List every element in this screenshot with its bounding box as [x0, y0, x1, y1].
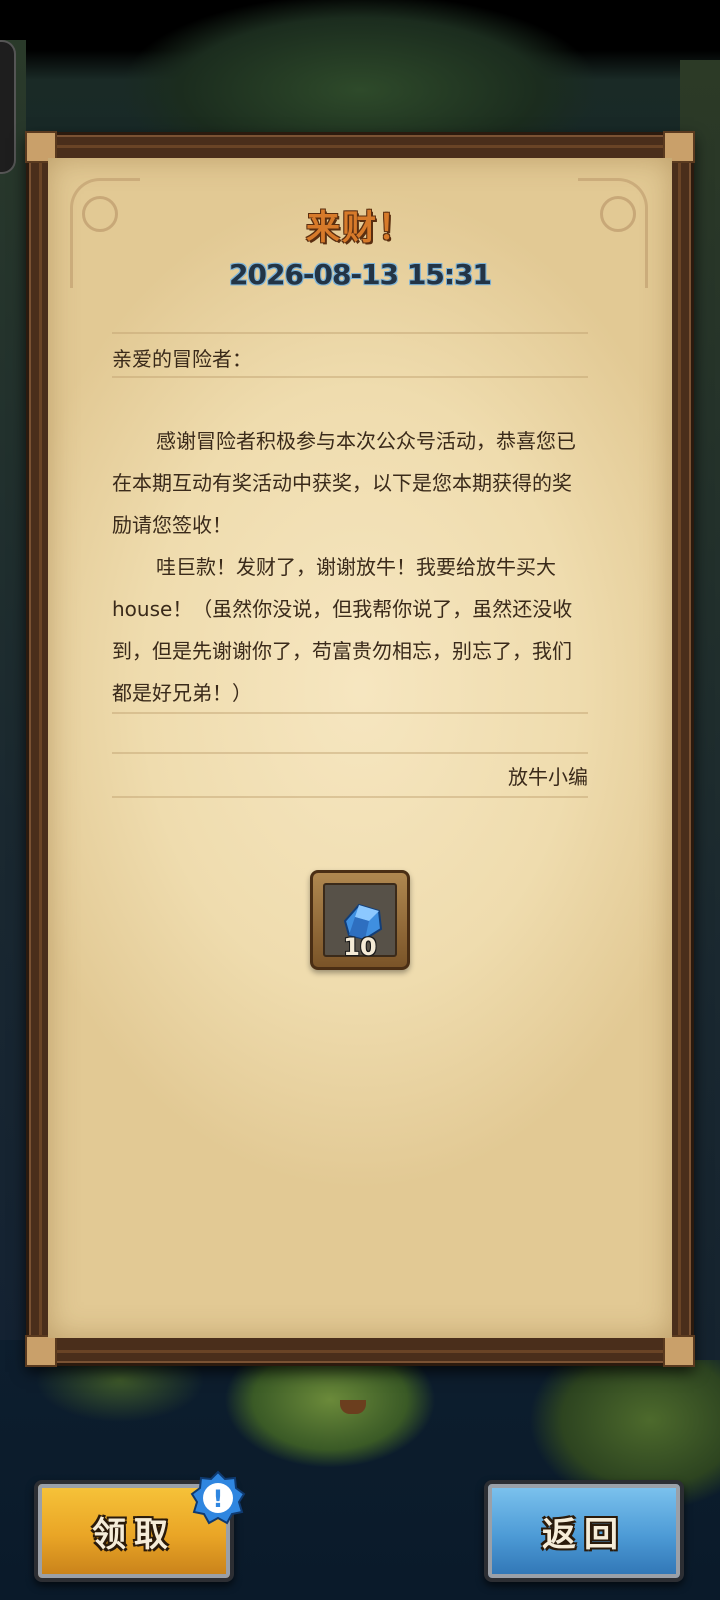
- ruled-line: [112, 332, 588, 334]
- boat-sprite: [340, 1400, 366, 1414]
- badge-text: !: [213, 1485, 224, 1513]
- frame-corner: [663, 1335, 695, 1367]
- claim-button-label: 领取: [92, 1514, 176, 1555]
- mail-paragraph: 感谢冒险者积极参与本次公众号活动，恭喜您已在本期互动有奖活动中获奖，以下是您本期…: [112, 429, 576, 537]
- notification-badge-icon: !: [190, 1470, 246, 1526]
- reward-item-slot[interactable]: 10: [310, 870, 410, 970]
- frame-corner: [25, 1335, 57, 1367]
- side-tab: [0, 40, 16, 174]
- mail-title: 来财！: [306, 208, 414, 248]
- ruled-line: [112, 752, 588, 754]
- mail-salutation: 亲爱的冒险者：: [112, 347, 252, 371]
- mail-paragraph: 哇巨款！发财了，谢谢放牛！我要给放牛买大house！（虽然你没说，但我帮你说了，…: [112, 555, 573, 705]
- mail-paper: [48, 158, 672, 1338]
- reward-count: 10: [343, 933, 377, 961]
- back-button-label: 返回: [542, 1514, 626, 1555]
- mail-date: 2026-08-13 15:31: [229, 258, 492, 291]
- mail-signature: 放牛小编: [508, 765, 588, 789]
- back-button[interactable]: 返回: [484, 1480, 684, 1582]
